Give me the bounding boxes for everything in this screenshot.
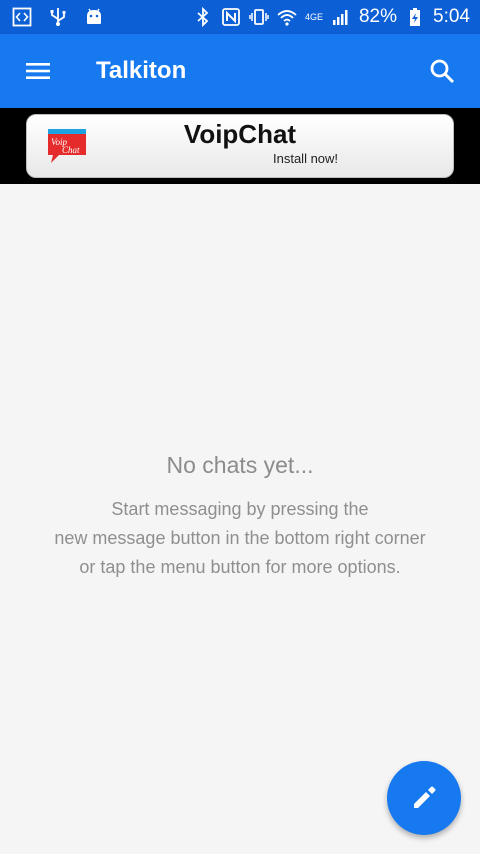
battery-charging-icon — [405, 7, 425, 27]
ad-install-cta[interactable]: Install now! — [273, 151, 338, 166]
ad-app-name: VoipChat — [183, 119, 297, 149]
empty-state-line-3: or tap the menu button for more options. — [79, 557, 401, 577]
network-type: 4GE — [304, 12, 323, 22]
vibrate-icon — [249, 7, 269, 27]
signal-icon — [331, 7, 351, 27]
menu-icon — [25, 58, 51, 84]
search-button[interactable] — [418, 47, 466, 95]
bluetooth-icon — [193, 7, 213, 27]
ad-banner[interactable]: Voip Chat VoipChat Install now! — [26, 114, 454, 178]
battery-percent: 82% — [358, 6, 398, 27]
empty-state-line-1: Start messaging by pressing the — [111, 499, 369, 519]
menu-button[interactable] — [14, 47, 62, 95]
usb-icon — [48, 7, 68, 27]
app-bar: Talkiton — [0, 34, 480, 108]
new-message-button[interactable] — [387, 761, 461, 835]
status-bar-left — [12, 0, 104, 34]
android-icon — [84, 7, 104, 27]
clock: 5:04 — [433, 6, 470, 27]
empty-state: No chats yet... Start messaging by press… — [0, 452, 480, 582]
ad-strip: Voip Chat VoipChat Install now! — [0, 108, 480, 184]
empty-state-title: No chats yet... — [166, 452, 314, 478]
status-bar: 4GE 82% 5:04 — [0, 0, 480, 34]
search-icon — [429, 58, 455, 84]
empty-state-line-2: new message button in the bottom right c… — [54, 528, 426, 548]
pencil-icon — [410, 784, 438, 812]
app-title: Talkiton — [96, 57, 187, 84]
wifi-icon — [277, 7, 297, 27]
status-bar-right: 4GE 82% 5:04 — [193, 0, 470, 34]
nfc-icon — [221, 7, 241, 27]
code-icon — [12, 7, 32, 27]
